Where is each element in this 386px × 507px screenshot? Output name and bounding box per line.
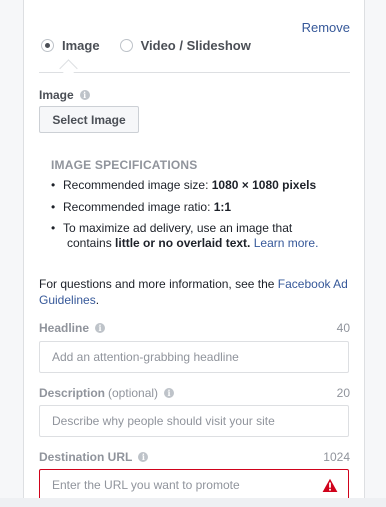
- description-char-counter: 20: [336, 386, 350, 400]
- spec-size-value: 1080 × 1080 pixels: [211, 178, 317, 192]
- description-input[interactable]: Describe why people should visit your si…: [39, 405, 349, 437]
- headline-label: Headline i: [39, 321, 106, 335]
- media-type-selector: Image Video / Slideshow: [41, 38, 271, 53]
- guidelines-help-text: For questions and more information, see …: [39, 276, 349, 308]
- destination-url-label-text: Destination URL: [39, 450, 133, 464]
- description-label: Description (optional) i: [39, 386, 175, 400]
- image-radio[interactable]: [41, 39, 54, 52]
- video-slideshow-radio[interactable]: [119, 39, 133, 52]
- destination-url-input[interactable]: Enter the URL you want to promote: [39, 469, 349, 501]
- spec-delivery-bold: little or no overlaid text.: [115, 236, 251, 250]
- media-type-video-option[interactable]: Video / Slideshow: [119, 38, 251, 53]
- select-image-button[interactable]: Select Image: [39, 106, 139, 133]
- image-label: Image i: [39, 88, 90, 102]
- spec-ratio-value: 1:1: [213, 200, 232, 214]
- learn-more-link[interactable]: Learn more.: [254, 236, 319, 250]
- remove-link[interactable]: Remove: [302, 20, 350, 35]
- media-type-image-option[interactable]: Image: [41, 38, 100, 53]
- destination-url-label: Destination URL i: [39, 450, 149, 464]
- spec-ratio-label: Recommended image ratio:: [63, 200, 214, 214]
- spec-delivery-line1: To maximize ad delivery, use an image th…: [63, 221, 293, 235]
- tab-divider: [39, 72, 350, 73]
- spec-delivery: • To maximize ad delivery, use an image t…: [51, 221, 319, 250]
- description-label-text: Description: [39, 386, 106, 400]
- headline-input[interactable]: Add an attention-grabbing headline: [39, 341, 349, 373]
- destination-url-char-counter: 1024: [323, 450, 350, 464]
- info-icon[interactable]: i: [138, 452, 149, 462]
- help-suffix: .: [95, 293, 100, 307]
- warning-icon: [322, 478, 338, 492]
- spec-image-size: • Recommended image size: 1080 × 1080 pix…: [51, 178, 317, 192]
- image-specifications-title: IMAGE SPECIFICATIONS: [51, 158, 198, 172]
- bottom-strip: [0, 498, 386, 507]
- info-icon[interactable]: i: [95, 323, 106, 333]
- image-option-label: Image: [62, 38, 100, 53]
- destination-url-placeholder: Enter the URL you want to promote: [52, 478, 240, 492]
- help-prefix: For questions and more information, see …: [39, 277, 278, 291]
- info-icon[interactable]: i: [79, 90, 90, 100]
- ad-creative-panel: Remove Image Video / Slideshow Image i S…: [23, 0, 365, 501]
- spec-image-ratio: • Recommended image ratio: 1:1: [51, 200, 232, 214]
- description-placeholder: Describe why people should visit your si…: [52, 414, 275, 428]
- headline-label-text: Headline: [39, 321, 90, 335]
- headline-char-counter: 40: [336, 321, 350, 335]
- info-icon[interactable]: i: [164, 388, 175, 398]
- selected-tab-caret: [59, 59, 78, 78]
- spec-size-label: Recommended image size:: [63, 178, 212, 192]
- headline-placeholder: Add an attention-grabbing headline: [52, 350, 239, 364]
- video-option-label: Video / Slideshow: [140, 38, 251, 53]
- optional-tag: (optional): [108, 386, 159, 400]
- spec-delivery-prefix: contains: [67, 236, 116, 250]
- image-label-text: Image: [39, 88, 74, 102]
